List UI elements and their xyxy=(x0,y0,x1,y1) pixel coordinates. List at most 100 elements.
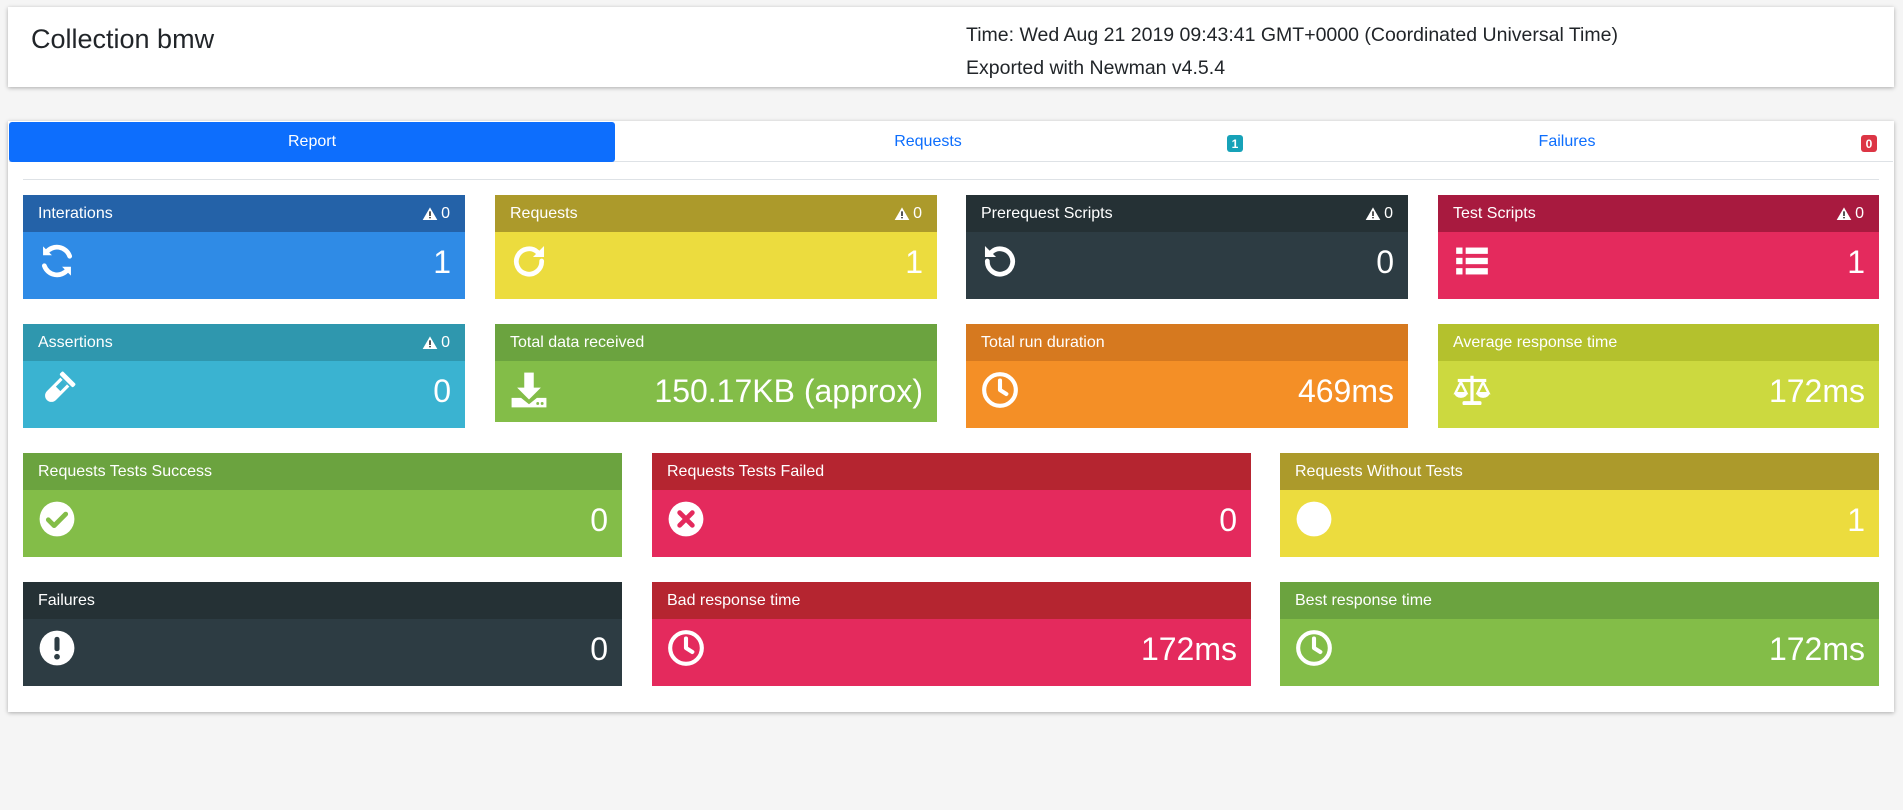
tile-value: 150.17KB (approx) xyxy=(654,373,923,409)
tile-total-data-received: Total data received 150.17KB (approx) xyxy=(495,324,937,422)
undo-icon xyxy=(981,242,1019,280)
tile-failures: Failures 0 xyxy=(23,582,622,686)
tab-failures[interactable]: Failures xyxy=(1253,122,1881,162)
warning-indicator: 0 xyxy=(1836,205,1864,223)
warning-indicator: 0 xyxy=(1365,205,1393,223)
tile-body: 172ms xyxy=(652,619,1251,686)
tile-label: Failures xyxy=(38,591,95,609)
header-meta: Time: Wed Aug 21 2019 09:43:41 GMT+0000 … xyxy=(966,19,1618,85)
download-icon xyxy=(510,371,548,409)
tile-label: Assertions xyxy=(38,333,113,351)
collection-title: Collection bmw xyxy=(31,24,215,54)
tile-value: 0 xyxy=(590,631,608,667)
tile-average-response-time: Average response time 172ms xyxy=(1438,324,1879,428)
tile-body: 1 xyxy=(1438,232,1879,299)
warning-icon xyxy=(422,206,438,222)
run-time: Time: Wed Aug 21 2019 09:43:41 GMT+0000 … xyxy=(966,24,1618,46)
warning-icon xyxy=(422,335,438,351)
tile-body: 1 xyxy=(23,232,465,299)
tile-body: 0 xyxy=(23,361,465,428)
tile-value: 172ms xyxy=(1140,631,1237,667)
tile-header: Prerequest Scripts 0 xyxy=(966,195,1408,232)
tile-header: Bad response time xyxy=(652,582,1251,619)
tile-header: Failures xyxy=(23,582,622,619)
tile-header: Best response time xyxy=(1280,582,1879,619)
warning-indicator: 0 xyxy=(422,334,450,352)
tile-body: 0 xyxy=(23,490,622,557)
tile-requests-tests-failed: Requests Tests Failed 0 xyxy=(652,453,1251,557)
sync-icon xyxy=(38,242,76,280)
tile-label: Requests Tests Failed xyxy=(667,462,825,480)
tile-body: 1 xyxy=(1280,490,1879,557)
tile-value: 0 xyxy=(1376,244,1394,280)
tile-body: 172ms xyxy=(1438,361,1879,428)
tile-body: 0 xyxy=(966,232,1408,299)
tile-label: Test Scripts xyxy=(1453,204,1536,222)
tile-value: 172ms xyxy=(1768,631,1865,667)
tile-body: 172ms xyxy=(1280,619,1879,686)
tile-value: 1 xyxy=(905,244,923,280)
tile-header: Test Scripts 0 xyxy=(1438,195,1879,232)
tile-best-response-time: Best response time 172ms xyxy=(1280,582,1879,686)
divider xyxy=(23,179,1879,180)
tab-failures-label: Failures xyxy=(1538,133,1596,150)
tile-header: Requests Tests Success xyxy=(23,453,622,490)
tile-value: 0 xyxy=(433,373,451,409)
tile-body: 150.17KB (approx) xyxy=(495,361,937,422)
tile-label: Requests Without Tests xyxy=(1295,462,1463,480)
tile-header: Interations 0 xyxy=(23,195,465,232)
tile-assertions: Assertions 0 0 xyxy=(23,324,465,428)
tile-value: 0 xyxy=(590,502,608,538)
warning-count: 0 xyxy=(1384,204,1393,222)
tab-requests[interactable]: Requests xyxy=(615,122,1241,162)
list-icon xyxy=(1453,242,1491,280)
clock-icon xyxy=(667,629,705,667)
warning-icon xyxy=(1836,206,1852,222)
tile-value: 1 xyxy=(433,244,451,280)
tile-label: Prerequest Scripts xyxy=(981,204,1113,222)
warning-count: 0 xyxy=(441,204,450,222)
failures-count-badge: 0 xyxy=(1861,135,1877,152)
flask-icon xyxy=(38,371,76,409)
tile-value: 469ms xyxy=(1297,373,1394,409)
tile-requests: Requests 0 1 xyxy=(495,195,937,299)
tile-label: Total run duration xyxy=(981,333,1105,351)
clock-icon xyxy=(1295,629,1333,667)
tile-body: 469ms xyxy=(966,361,1408,428)
tile-body: 1 xyxy=(495,232,937,299)
tile-header: Total run duration xyxy=(966,324,1408,361)
tab-report[interactable]: Report xyxy=(9,122,615,162)
tile-body: 0 xyxy=(23,619,622,686)
tile-header: Requests Tests Failed xyxy=(652,453,1251,490)
tile-test-scripts: Test Scripts 0 1 xyxy=(1438,195,1879,299)
report-card: Report Requests 1 Failures 0 Interations… xyxy=(8,121,1894,712)
tab-requests-label: Requests xyxy=(894,133,962,150)
tile-header: Requests Without Tests xyxy=(1280,453,1879,490)
warning-count: 0 xyxy=(1855,204,1864,222)
warning-icon xyxy=(1365,206,1381,222)
tile-interations: Interations 0 1 xyxy=(23,195,465,299)
exclamation-circle-icon xyxy=(38,629,76,667)
tab-report-label: Report xyxy=(287,133,337,150)
warning-indicator: 0 xyxy=(894,205,922,223)
tile-total-run-duration: Total run duration 469ms xyxy=(966,324,1408,428)
tile-body: 0 xyxy=(652,490,1251,557)
warning-indicator: 0 xyxy=(422,205,450,223)
tile-value: 172ms xyxy=(1768,373,1865,409)
tile-label: Interations xyxy=(38,204,113,222)
tile-bad-response-time: Bad response time 172ms xyxy=(652,582,1251,686)
requests-count-badge: 1 xyxy=(1227,135,1243,152)
tile-label: Average response time xyxy=(1453,333,1618,351)
tab-bar: Report Requests 1 Failures 0 xyxy=(9,122,1893,162)
tile-header: Total data received xyxy=(495,324,937,361)
tile-label: Requests Tests Success xyxy=(38,462,213,480)
tile-label: Total data received xyxy=(510,333,645,351)
times-circle-icon xyxy=(667,500,705,538)
tile-label: Bad response time xyxy=(667,591,801,609)
tile-requests-without-tests: Requests Without Tests 1 xyxy=(1280,453,1879,557)
tile-value: 1 xyxy=(1847,244,1865,280)
check-circle-icon xyxy=(38,500,76,538)
tile-header: Average response time xyxy=(1438,324,1879,361)
tile-prerequest-scripts: Prerequest Scripts 0 0 xyxy=(966,195,1408,299)
tile-value: 0 xyxy=(1219,502,1237,538)
